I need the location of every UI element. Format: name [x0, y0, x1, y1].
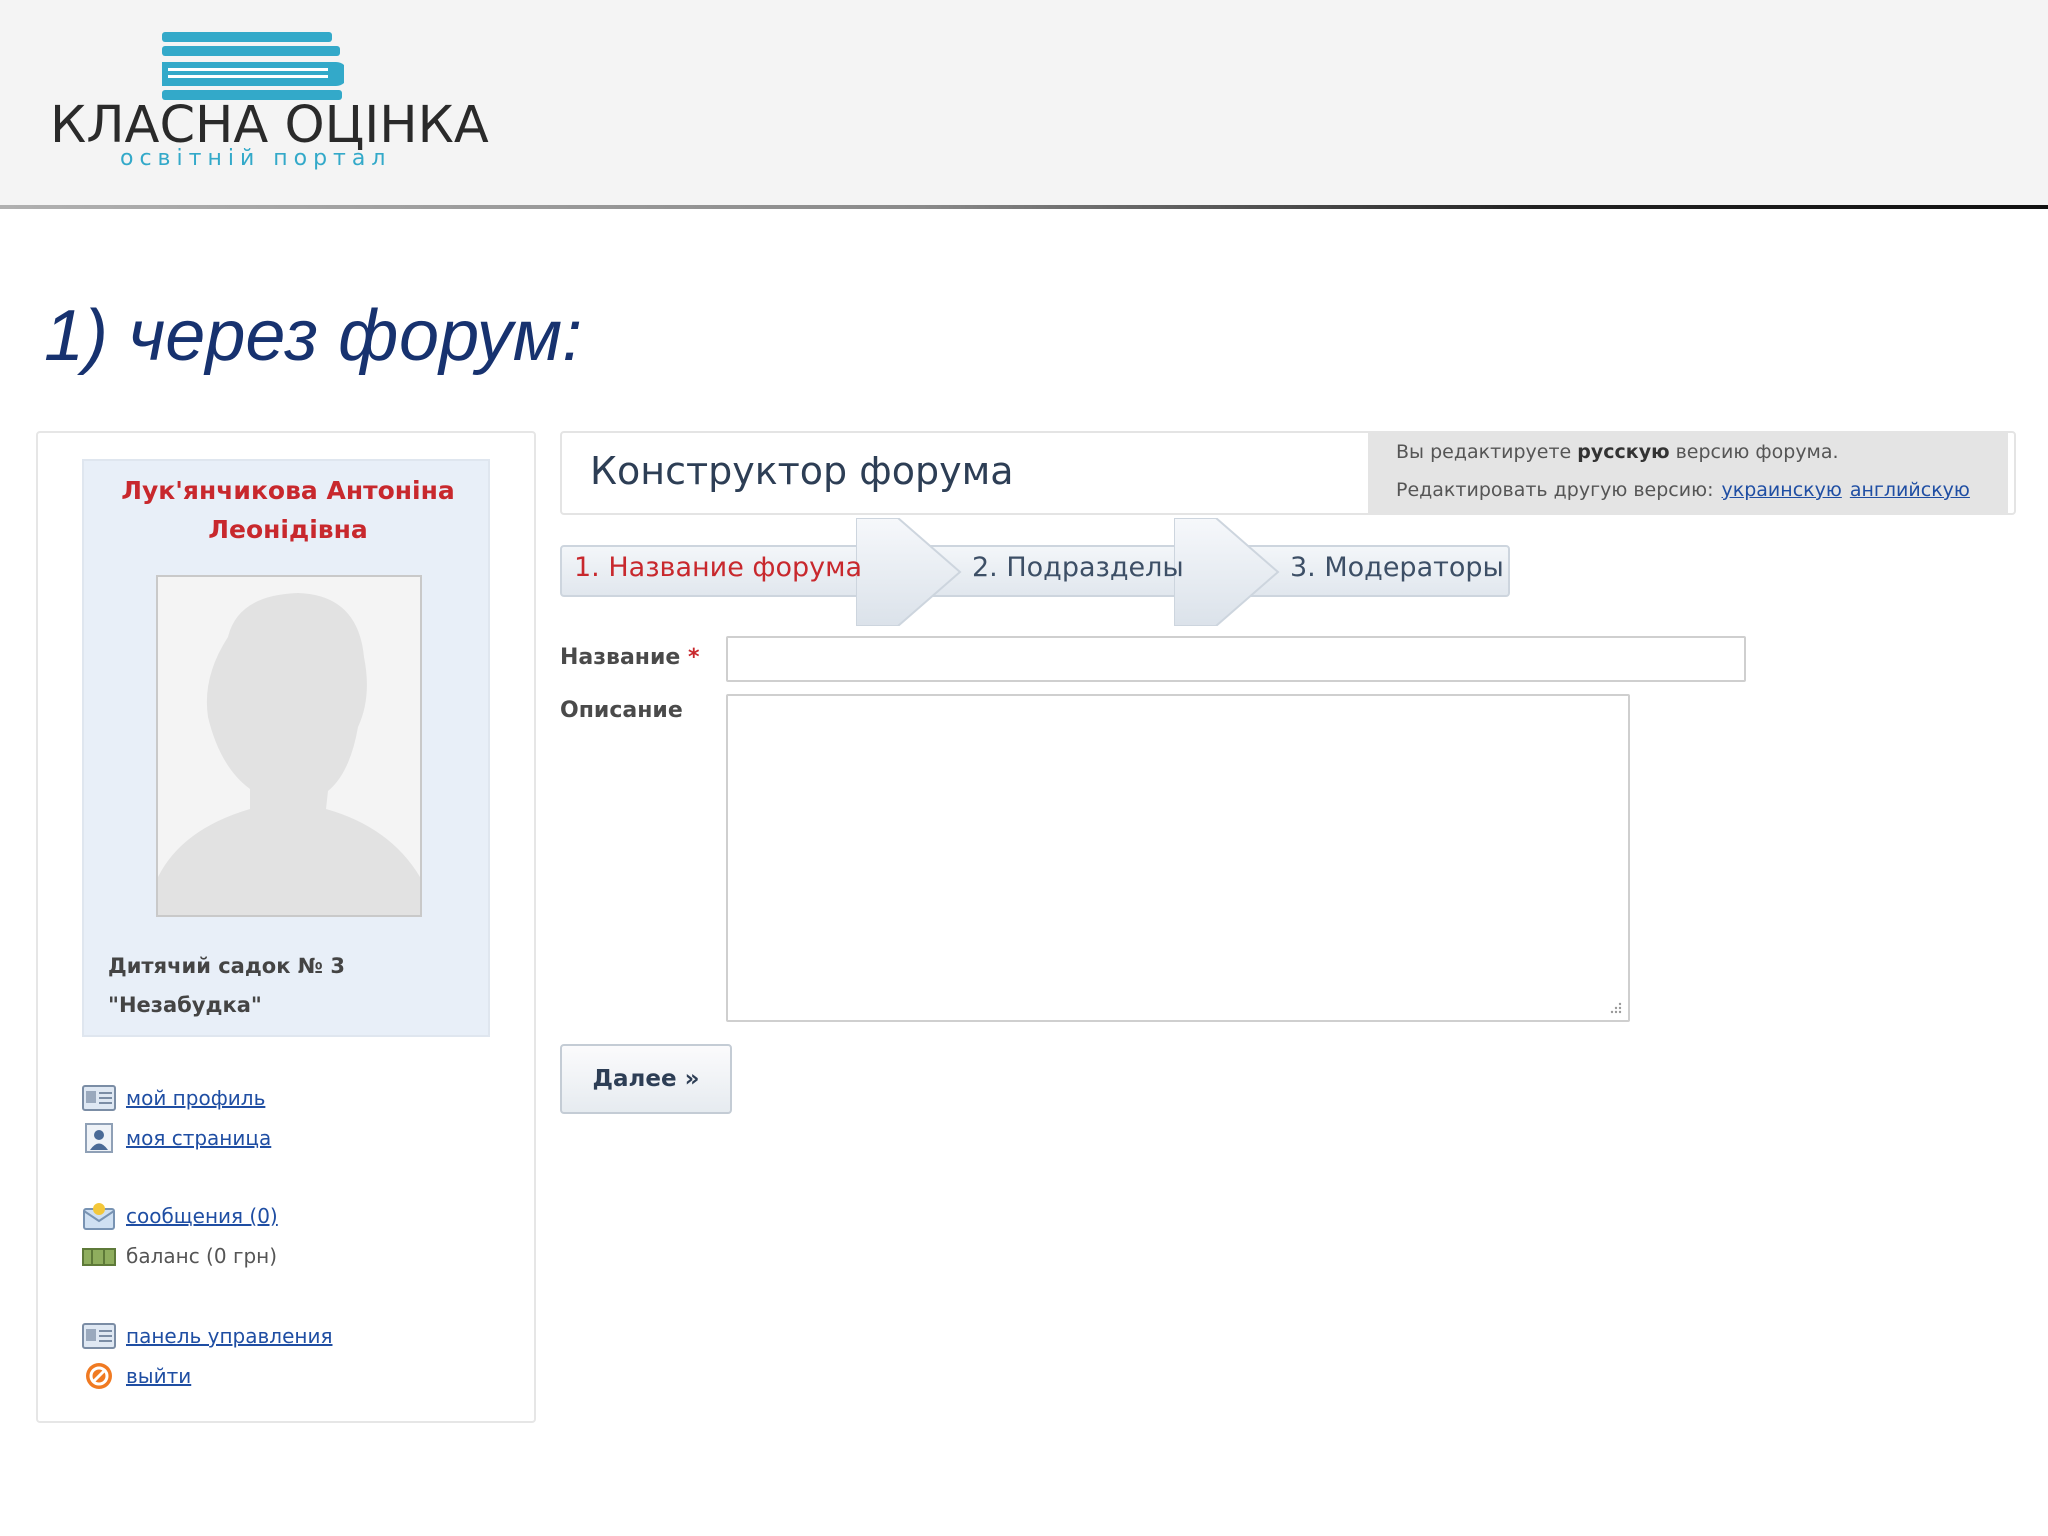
- english-version-link[interactable]: английскую: [1850, 479, 1970, 501]
- menu-label: баланс (0 грн): [126, 1244, 278, 1268]
- name-label-text: Название: [560, 645, 681, 670]
- menu-label: панель управления: [126, 1324, 333, 1348]
- brand-tagline: освітній портал: [120, 146, 392, 171]
- step-1-forum-name[interactable]: 1. Название форума: [574, 552, 862, 583]
- current-version-text: Вы редактируете русскую версию форума.: [1396, 441, 1839, 463]
- profile-card: Лук'янчикова Антоніна Леонідівна Дитячий…: [82, 459, 490, 1037]
- id-card-icon: [82, 1323, 116, 1349]
- menu-item-messages[interactable]: сообщения (0): [82, 1199, 278, 1233]
- money-icon: [82, 1248, 116, 1266]
- user-silhouette-icon: [158, 577, 420, 915]
- avatar[interactable]: [156, 575, 422, 917]
- menu-label: мой профиль: [126, 1086, 266, 1110]
- description-label: Описание: [560, 698, 683, 723]
- profile-name-line2: Леонідівна: [208, 515, 368, 544]
- wizard-steps: 1. Название форума 2. Подразделы 3. Моде…: [560, 518, 1520, 628]
- logout-forbidden-icon: [86, 1363, 112, 1389]
- ukrainian-version-link[interactable]: украинскую: [1722, 479, 1842, 501]
- step-3-moderators[interactable]: 3. Модераторы: [1290, 552, 1504, 583]
- version-info-box: Вы редактируете русскую версию форума. Р…: [1368, 433, 2008, 513]
- menu-item-control-panel[interactable]: панель управления: [82, 1319, 332, 1353]
- forum-constructor-header: Конструктор форума Вы редактируете русск…: [560, 431, 2016, 515]
- envelope-icon: [83, 1203, 115, 1230]
- forum-description-textarea[interactable]: [726, 694, 1630, 1022]
- organization-name: Дитячий садок № 3 "Незабудка": [108, 947, 478, 1025]
- books-logo-icon: [162, 32, 344, 100]
- other-versions-text: Редактировать другую версию: украинскую ан…: [1396, 479, 1970, 501]
- id-card-icon: [82, 1085, 116, 1111]
- org-line1: Дитячий садок № 3: [108, 954, 345, 978]
- menu-item-balance: баланс (0 грн): [82, 1239, 277, 1273]
- header-divider: [0, 205, 2048, 209]
- profile-panel: Лук'янчикова Антоніна Леонідівна Дитячий…: [36, 431, 536, 1423]
- profile-name-line1: Лук'янчикова Антоніна: [121, 476, 455, 505]
- version-prefix: Вы редактируете: [1396, 441, 1572, 463]
- menu-item-logout[interactable]: выйти: [82, 1359, 191, 1393]
- site-header: КЛАСНА ОЦІНКА освітній портал: [0, 0, 2048, 207]
- required-mark: *: [688, 645, 700, 670]
- profile-name[interactable]: Лук'янчикова Антоніна Леонідівна: [84, 471, 492, 549]
- menu-item-my-profile[interactable]: мой профиль: [82, 1081, 265, 1115]
- constructor-title: Конструктор форума: [590, 449, 1014, 493]
- menu-label: сообщения (0): [126, 1204, 278, 1228]
- menu-label: моя страница: [126, 1126, 272, 1150]
- user-page-icon: [85, 1123, 113, 1153]
- current-version-language: русскую: [1577, 441, 1670, 463]
- menu-label: выйти: [126, 1364, 192, 1388]
- forum-name-input[interactable]: [726, 636, 1746, 682]
- step-arrow-icon: [856, 518, 962, 626]
- resize-grip-icon[interactable]: [1608, 1000, 1622, 1014]
- next-button[interactable]: Далее »: [560, 1044, 732, 1114]
- slide-heading: 1) через форум:: [44, 296, 583, 376]
- step-2-subsections[interactable]: 2. Подразделы: [972, 552, 1184, 583]
- menu-item-my-page[interactable]: моя страница: [82, 1121, 271, 1155]
- edit-other-label: Редактировать другую версию:: [1396, 479, 1714, 501]
- step-arrow-icon: [1174, 518, 1280, 626]
- version-suffix: версию форума.: [1675, 441, 1839, 463]
- org-line2: "Незабудка": [108, 993, 262, 1017]
- name-label: Название *: [560, 645, 700, 670]
